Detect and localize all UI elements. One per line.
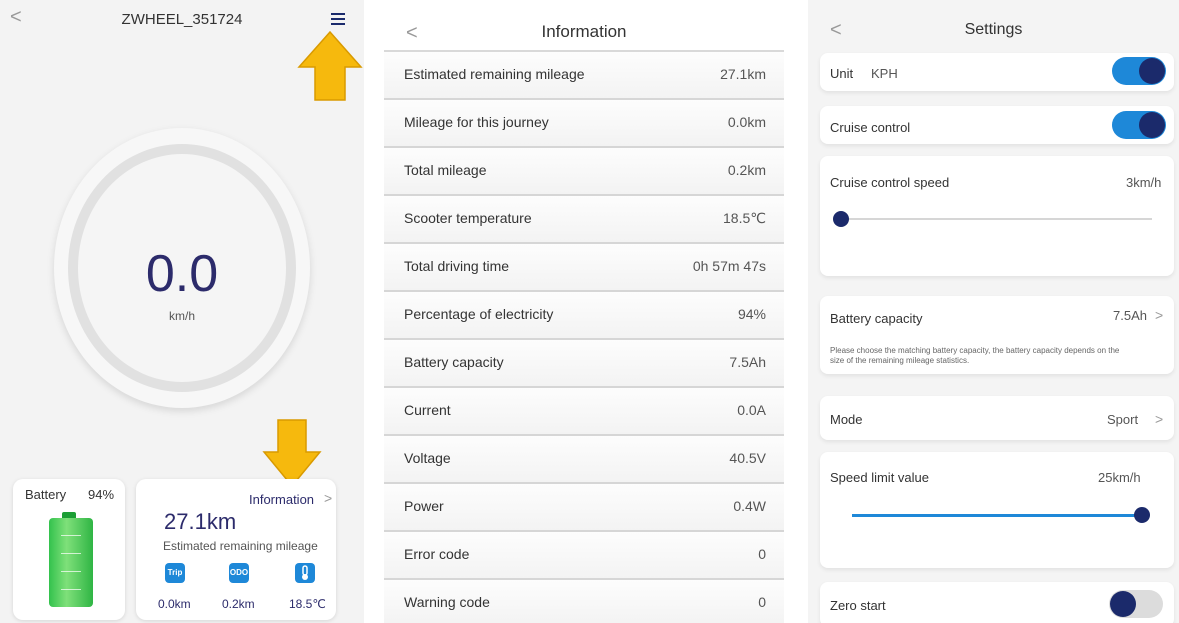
battery-icon	[49, 518, 93, 607]
cruise-speed-slider-track[interactable]	[840, 218, 1152, 220]
speed-limit-label: Speed limit value	[830, 470, 929, 485]
device-title: ZWHEEL_351724	[121, 11, 243, 28]
info-row-label: Total driving time	[404, 258, 510, 274]
info-row-label: Battery capacity	[404, 354, 504, 370]
info-row-label: Error code	[404, 546, 470, 562]
speed-limit-slider-thumb[interactable]	[1134, 507, 1150, 523]
info-row-label: Current	[404, 402, 451, 418]
menu-icon[interactable]	[331, 13, 345, 28]
speed-limit-value: 25km/h	[1098, 470, 1141, 485]
cruise-speed-value: 3km/h	[1126, 175, 1162, 190]
information-link[interactable]: Information	[249, 492, 314, 507]
chevron-right-icon[interactable]: >	[324, 490, 332, 506]
info-row: Power 0.4W	[384, 484, 784, 532]
info-row-value: 94%	[737, 306, 766, 322]
cruise-speed-card	[820, 156, 1174, 276]
remaining-mileage-label: Estimated remaining mileage	[163, 539, 318, 553]
chevron-right-icon[interactable]: >	[1155, 307, 1163, 323]
cruise-control-label: Cruise control	[830, 120, 911, 135]
battery-percent: 94%	[88, 487, 115, 502]
info-row-label: Mileage for this journey	[404, 114, 549, 130]
info-row-value: 7.5Ah	[729, 354, 766, 370]
info-row: Voltage 40.5V	[384, 436, 784, 484]
info-row-label: Scooter temperature	[404, 210, 532, 226]
info-row-label: Total mileage	[404, 162, 487, 178]
info-row: Total driving time 0h 57m 47s	[384, 244, 784, 292]
info-row: Current 0.0A	[384, 388, 784, 436]
remaining-mileage: 27.1km	[164, 509, 237, 534]
info-row-value: 18.5℃	[723, 210, 766, 226]
mode-label: Mode	[830, 412, 863, 427]
info-row: Error code 0	[384, 532, 784, 580]
info-row-label: Percentage of electricity	[404, 306, 554, 322]
trip-value: 0.0km	[158, 597, 191, 611]
info-row: Battery capacity 7.5Ah	[384, 340, 784, 388]
info-row-value: 0.0A	[737, 402, 766, 418]
odo-icon: ODO	[229, 563, 249, 583]
down-arrow-annotation-icon	[262, 419, 322, 488]
page-title: Settings	[964, 21, 1023, 38]
unit-label: Unit	[830, 66, 854, 81]
info-row-value: 0.0km	[727, 114, 766, 130]
unit-value: KPH	[871, 66, 898, 81]
odo-value: 0.2km	[222, 597, 255, 611]
dashboard-screen: < ZWHEEL_351724 0.0 km/h Battery 94% Inf…	[0, 0, 364, 623]
info-row-value: 0.4W	[733, 498, 766, 514]
speed-unit: km/h	[168, 309, 195, 323]
settings-screen: < Settings Unit KPH Cruise control Cruis…	[808, 0, 1179, 623]
speed-readout: 0.0	[145, 245, 219, 303]
battery-capacity-label: Battery capacity	[830, 311, 923, 326]
cruise-speed-slider-thumb[interactable]	[833, 211, 849, 227]
info-row-value: 40.5V	[729, 450, 766, 466]
up-arrow-annotation-icon	[297, 30, 363, 101]
info-row: Scooter temperature 18.5℃	[384, 196, 784, 244]
info-row-value: 0.2km	[727, 162, 766, 178]
battery-label: Battery	[25, 487, 67, 502]
speed-limit-slider-fill	[852, 514, 1142, 517]
info-row-label: Power	[404, 498, 444, 514]
info-row: Warning code 0	[384, 580, 784, 623]
temperature-value: 18.5℃	[289, 597, 326, 611]
info-row: Estimated remaining mileage 27.1km	[384, 52, 784, 100]
info-row-value: 0	[758, 594, 766, 610]
info-row-value: 27.1km	[720, 66, 766, 82]
unit-toggle[interactable]	[1112, 57, 1166, 85]
thermometer-icon	[295, 563, 315, 583]
info-row-value: 0	[758, 546, 766, 562]
info-row-label: Estimated remaining mileage	[404, 66, 585, 82]
battery-capacity-hint: Please choose the matching battery capac…	[830, 346, 1120, 365]
battery-capacity-value: 7.5Ah	[1113, 308, 1147, 323]
information-screen: < Information Estimated remaining mileag…	[384, 0, 784, 623]
mode-value: Sport	[1107, 412, 1139, 427]
info-row-label: Voltage	[404, 450, 451, 466]
zero-start-label: Zero start	[830, 598, 886, 613]
page-title: Information	[541, 22, 627, 41]
info-row: Percentage of electricity 94%	[384, 292, 784, 340]
zero-start-toggle[interactable]	[1109, 590, 1163, 618]
trip-icon: Trip	[165, 563, 185, 583]
cruise-control-toggle[interactable]	[1112, 111, 1166, 139]
info-row: Mileage for this journey 0.0km	[384, 100, 784, 148]
info-row-label: Warning code	[404, 594, 490, 610]
cruise-speed-label: Cruise control speed	[830, 175, 950, 190]
info-row: Total mileage 0.2km	[384, 148, 784, 196]
chevron-right-icon[interactable]: >	[1155, 411, 1163, 427]
info-row-value: 0h 57m 47s	[692, 258, 766, 274]
